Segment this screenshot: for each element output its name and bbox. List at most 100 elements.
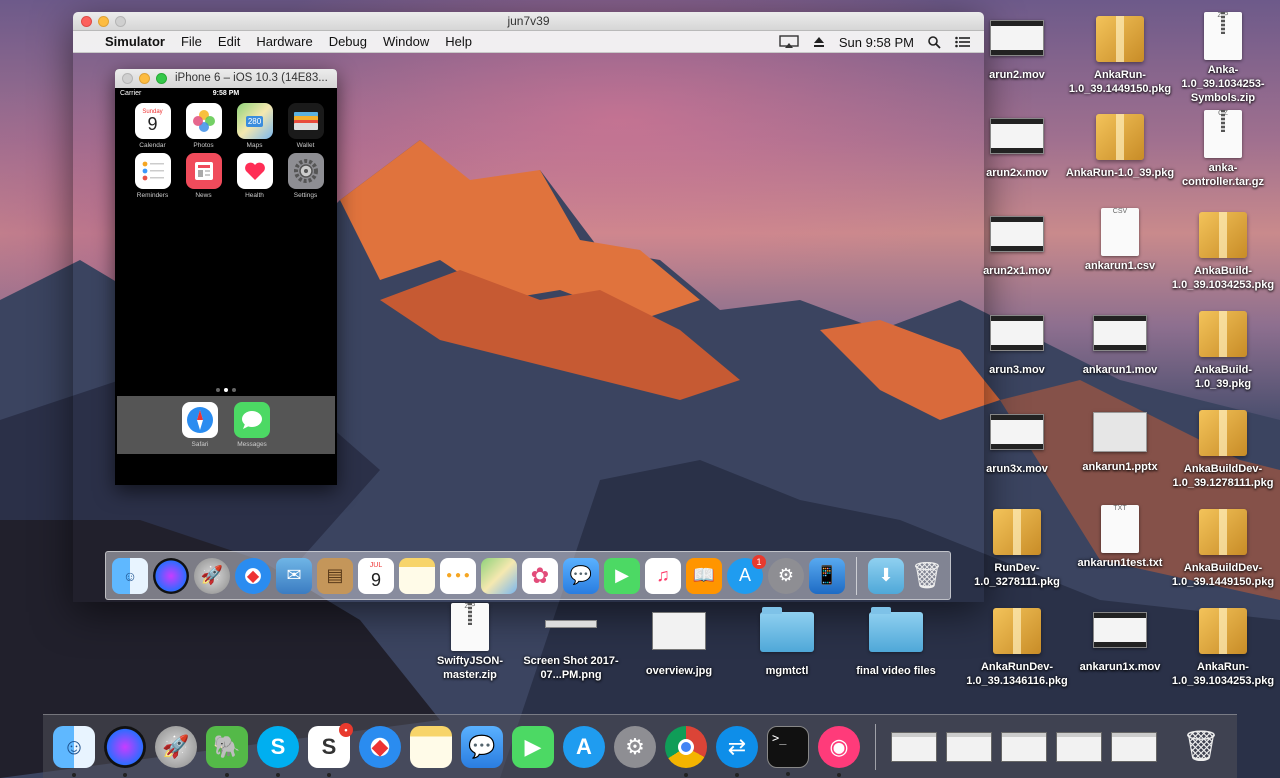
minimize-button[interactable]: [98, 16, 109, 27]
maps-icon[interactable]: [481, 557, 517, 594]
desktop-file[interactable]: AnkaBuild-1.0_39.1034253.pkg: [1168, 208, 1278, 292]
desktop-file[interactable]: AnkaBuild-1.0_39.pkg: [1168, 307, 1278, 391]
messages-icon[interactable]: 💬: [563, 557, 599, 594]
app-photos[interactable]: Photos: [178, 103, 229, 149]
reminders-icon[interactable]: ● ● ●: [440, 557, 476, 594]
menu-window[interactable]: Window: [383, 34, 429, 49]
minimized-window-thumbnail[interactable]: [946, 731, 992, 762]
minimized-window-thumbnail[interactable]: [1111, 731, 1157, 762]
app-store-icon[interactable]: A 1: [727, 554, 766, 594]
minimized-window-thumbnail[interactable]: [891, 731, 937, 762]
system-preferences-gear-icon[interactable]: ⚙: [614, 725, 656, 768]
mail-stamp-icon[interactable]: ✉: [276, 557, 312, 594]
terminal-icon[interactable]: >_: [767, 725, 809, 776]
desktop-folder[interactable]: final video files: [841, 607, 951, 678]
sim-minimize-button[interactable]: [139, 73, 150, 84]
safari-icon[interactable]: ◆: [359, 725, 401, 768]
desktop-file[interactable]: arun2x1.mov: [962, 208, 1072, 278]
menu-app-name[interactable]: Simulator: [105, 34, 165, 49]
app-safari[interactable]: Safari: [182, 402, 218, 454]
desktop-file[interactable]: GZ anka-controller.tar.gz: [1168, 110, 1278, 189]
desktop-file[interactable]: ankarun1.mov: [1065, 307, 1175, 377]
menu-file[interactable]: File: [181, 34, 202, 49]
vm-titlebar[interactable]: jun7v39: [73, 12, 984, 31]
desktop-file[interactable]: ZIP SwiftyJSON-master.zip: [415, 603, 525, 682]
minimized-window-thumbnail[interactable]: [1056, 731, 1102, 762]
simulator-icon[interactable]: 📱: [809, 557, 845, 594]
menu-hardware[interactable]: Hardware: [256, 34, 312, 49]
menu-help[interactable]: Help: [445, 34, 472, 49]
desktop-file[interactable]: ankarun1.pptx: [1065, 406, 1175, 474]
trash-icon[interactable]: 🗑: [909, 558, 945, 594]
finder-icon[interactable]: ☺: [53, 725, 95, 777]
desktop-file[interactable]: arun2.mov: [962, 12, 1072, 82]
app-messages[interactable]: Messages: [234, 402, 270, 454]
desktop-file[interactable]: AnkaRun-1.0_39.1034253.pkg: [1168, 604, 1278, 688]
app-news[interactable]: News: [178, 153, 229, 199]
teamviewer-icon[interactable]: ⇄: [716, 725, 758, 777]
downloads-folder-icon[interactable]: ⬇: [868, 557, 904, 594]
desktop-file[interactable]: arun3.mov: [962, 307, 1072, 377]
desktop-file[interactable]: AnkaRun-1.0_39.1449150.pkg: [1065, 12, 1175, 96]
desktop-file[interactable]: RunDev-1.0_3278111.pkg: [962, 505, 1072, 589]
messages-icon[interactable]: 💬: [461, 725, 503, 768]
desktop-folder[interactable]: mgmtctl: [732, 607, 842, 678]
iphone-screen[interactable]: Carrier 9:58 PM Sunday 9 Calendar Photos…: [117, 88, 335, 485]
desktop-file[interactable]: ankarun1x.mov: [1065, 604, 1175, 674]
sim-maximize-button[interactable]: [156, 73, 167, 84]
app-store-icon[interactable]: A: [563, 725, 605, 768]
itunes-note-icon[interactable]: ♫: [645, 557, 681, 594]
trash-icon[interactable]: 🗑: [1180, 726, 1222, 768]
siri-icon[interactable]: [104, 725, 146, 777]
calendar-icon[interactable]: JUL 9: [358, 557, 394, 594]
notes-icon[interactable]: [410, 725, 452, 768]
desktop-file[interactable]: arun2x.mov: [962, 110, 1072, 180]
simulator-titlebar[interactable]: iPhone 6 – iOS 10.3 (14E83...: [115, 69, 337, 88]
siri-icon[interactable]: [153, 557, 189, 594]
folder-name: mgmtctl: [765, 665, 809, 677]
close-button[interactable]: [81, 16, 92, 27]
contacts-book-icon[interactable]: ▤: [317, 557, 353, 594]
finder-icon[interactable]: ☺: [112, 557, 148, 594]
desktop-file[interactable]: AnkaRun-1.0_39.pkg: [1065, 110, 1175, 180]
airplay-icon[interactable]: [779, 35, 799, 49]
eject-icon[interactable]: [813, 36, 825, 48]
page-indicator[interactable]: [117, 388, 335, 392]
menubar-clock[interactable]: Sun 9:58 PM: [839, 35, 914, 50]
desktop-file[interactable]: overview.jpg: [624, 612, 734, 678]
pink-creature-app-icon[interactable]: ◉: [818, 725, 860, 777]
app-health[interactable]: Health: [229, 153, 280, 199]
minimized-window-thumbnail[interactable]: [1001, 731, 1047, 762]
app-maps[interactable]: 280 Maps: [229, 103, 280, 149]
notes-icon[interactable]: [399, 557, 435, 594]
safari-icon[interactable]: ◆: [235, 557, 271, 594]
desktop-file[interactable]: arun3x.mov: [962, 406, 1072, 476]
app-reminders[interactable]: Reminders: [127, 153, 178, 199]
desktop-file[interactable]: AnkaBuildDev-1.0_39.1449150.pkg: [1168, 505, 1278, 589]
app-settings[interactable]: Settings: [280, 153, 331, 199]
menu-debug[interactable]: Debug: [329, 34, 367, 49]
desktop-file[interactable]: AnkaBuildDev-1.0_39.1278111.pkg: [1168, 406, 1278, 490]
app-calendar[interactable]: Sunday 9 Calendar: [127, 103, 178, 149]
desktop-file[interactable]: Screen Shot 2017-07...PM.png: [516, 620, 626, 682]
chrome-icon[interactable]: [665, 725, 707, 777]
ibooks-icon[interactable]: 📖: [686, 557, 722, 594]
maximize-button[interactable]: [115, 16, 126, 27]
menu-edit[interactable]: Edit: [218, 34, 240, 49]
skype-icon[interactable]: S: [257, 725, 299, 777]
launchpad-rocket-icon[interactable]: 🚀: [194, 557, 230, 594]
system-preferences-gear-icon[interactable]: ⚙: [768, 557, 804, 594]
photos-flower-icon[interactable]: ✿: [522, 557, 558, 594]
evernote-icon[interactable]: 🐘: [206, 725, 248, 777]
launchpad-rocket-icon[interactable]: 🚀: [155, 725, 197, 768]
sim-close-button[interactable]: [122, 73, 133, 84]
desktop-file[interactable]: TXT ankarun1test.txt: [1065, 505, 1175, 570]
desktop-file[interactable]: ZIP Anka-1.0_39.1034253-Symbols.zip: [1168, 12, 1278, 105]
facetime-camera-icon[interactable]: ▶: [604, 557, 640, 594]
app-wallet[interactable]: Wallet: [280, 103, 331, 149]
spotlight-search-icon[interactable]: [928, 35, 941, 49]
facetime-camera-icon[interactable]: ▶: [512, 725, 554, 768]
slack-icon[interactable]: S •: [308, 722, 353, 777]
desktop-file[interactable]: AnkaRunDev-1.0_39.1346116.pkg: [962, 604, 1072, 688]
desktop-file[interactable]: CSV ankarun1.csv: [1065, 208, 1175, 273]
